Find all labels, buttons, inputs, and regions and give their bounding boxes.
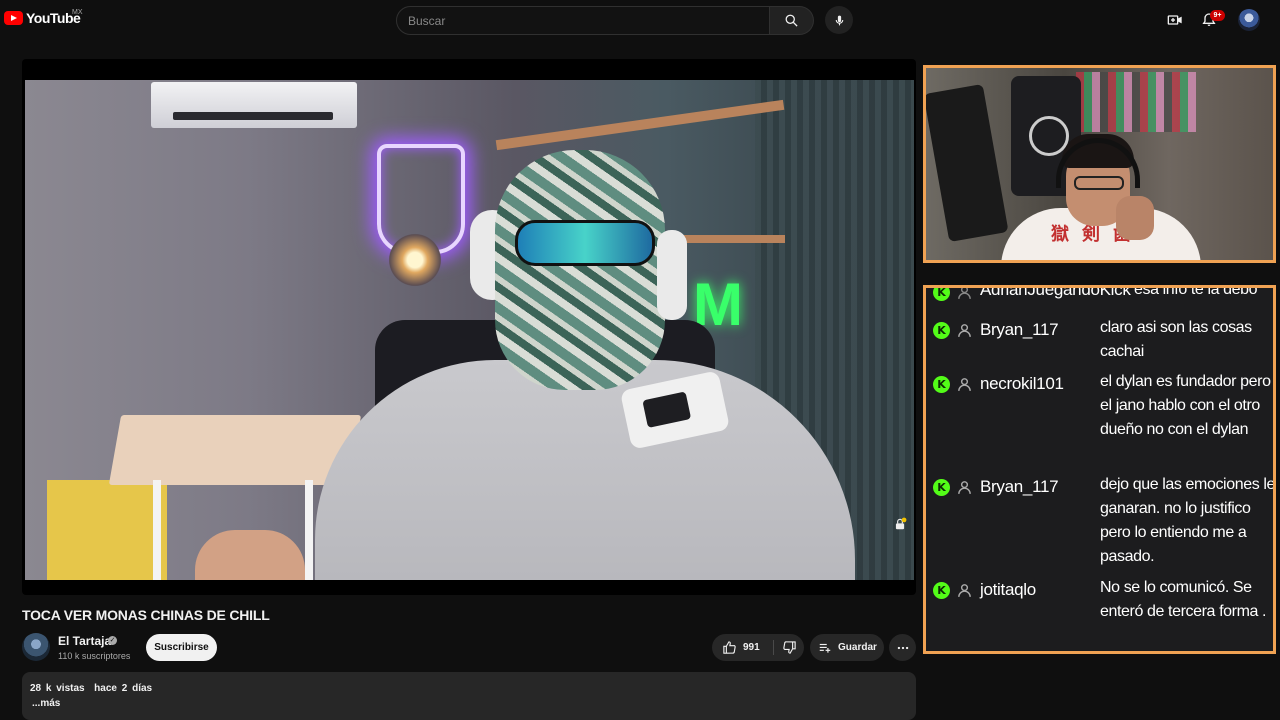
chat-text: No se lo comunicó. Se enteró de tercera … [1100,579,1267,620]
video-bulb [385,230,445,290]
video-table [108,415,362,485]
playlist-add-icon [819,643,831,653]
thumbs-up-icon [723,641,736,654]
create-button[interactable] [1165,10,1185,30]
youtube-play-icon [4,11,23,25]
dislike-button[interactable] [774,634,804,661]
webcam-hand [1116,196,1154,240]
like-button[interactable]: 991 [712,634,772,661]
chat-username: Bryan_117 [980,320,1059,339]
video-table-leg [305,480,313,580]
user-badge-icon [958,584,971,597]
voice-search-button[interactable] [825,6,853,34]
user-badge-icon [958,324,971,337]
webcam-mic-arm [926,83,1009,243]
kick-badge-icon: K [933,376,950,393]
video-shelf [495,99,785,151]
search-placeholder: Buscar [408,14,446,28]
more-horizontal-icon [897,646,908,649]
user-badge-icon [958,288,971,299]
webcam-collectibles-shelf [1076,72,1196,132]
subscribe-button[interactable]: Suscribirse [146,634,217,661]
video-poster [47,480,167,580]
youtube-logo[interactable]: YouTube MX [4,9,83,26]
show-more-link[interactable]: ...más [32,698,60,709]
chat-username: Bryan_117 [980,477,1059,496]
like-dislike-group: 991 [712,634,804,661]
video-headset-right [657,230,687,320]
kick-badge-icon: K [933,322,950,339]
search-icon [785,14,798,27]
chat-text: esa info te la debo [1134,285,1258,298]
user-badge-icon [958,378,971,391]
chat-message: K necrokil101 el dylan es fundador pero … [926,370,1273,466]
save-button[interactable]: Guardar [810,634,884,661]
video-goggles [515,220,655,266]
kick-badge-icon: K [933,288,950,301]
kick-badge-icon: K [933,479,950,496]
microphone-icon [835,15,843,25]
chat-text: el dylan es fundador pero el jano hablo … [1100,373,1271,438]
video-title: TOCA VER MONAS CHINAS DE CHILL [22,607,270,623]
notifications-badge: 9+ [1210,10,1225,21]
video-plus-icon [1167,15,1182,25]
logo-country-code: MX [72,9,83,16]
streamer-webcam [923,65,1276,263]
more-actions-button[interactable] [889,634,916,661]
search-button[interactable] [770,6,814,35]
stream-chat-overlay: K AdrianJuegandoKick esa info te la debo… [923,285,1276,654]
thumbs-down-icon [782,641,796,654]
video-table-leg [153,480,161,580]
video-person-masked-head [495,150,665,390]
description-box[interactable]: 28 k vistas hace 2 días ...más [22,672,916,720]
verified-check-icon: ✓ [108,636,117,645]
chat-username: AdrianJuegandoKick [980,285,1131,299]
user-badge-icon [958,481,971,494]
chat-message: K Bryan_117 claro asi son las cosas cach… [926,316,1273,364]
video-stats: 28 k vistas hace 2 días [30,683,152,694]
webcam-glasses [1074,176,1124,190]
chat-message: K Bryan_117 dejo que las emociones le ga… [926,473,1273,569]
search-input[interactable]: Buscar [396,6,770,35]
upload-date: hace 2 días [94,683,153,694]
channel-avatar[interactable] [22,633,50,661]
video-air-conditioner [151,82,357,128]
lock-icon [895,517,907,530]
video-player[interactable]: M [22,59,916,595]
chat-username: jotitaqlo [980,580,1036,599]
kick-badge-icon: K [933,582,950,599]
video-frame[interactable]: M [25,80,914,580]
chat-message: K jotitaqlo No se lo comunicó. Se enteró… [926,576,1273,648]
top-bar: YouTube MX Buscar 9+ [0,0,1280,40]
chat-text: claro asi son las cosas cachai [1100,319,1252,360]
chat-message: K AdrianJuegandoKick esa info te la debo [926,285,1273,302]
channel-name[interactable]: El Tartaja [58,634,111,648]
chat-text: dejo que las emociones le ganaran. no lo… [1100,476,1276,565]
account-avatar[interactable] [1238,9,1260,31]
like-count: 991 [743,642,760,653]
video-hand [195,530,305,580]
subscriber-count: 110 k suscriptores [58,651,131,661]
chat-username: necrokil101 [980,374,1064,393]
save-label: Guardar [838,642,877,653]
view-count: 28 k vistas [30,683,85,694]
